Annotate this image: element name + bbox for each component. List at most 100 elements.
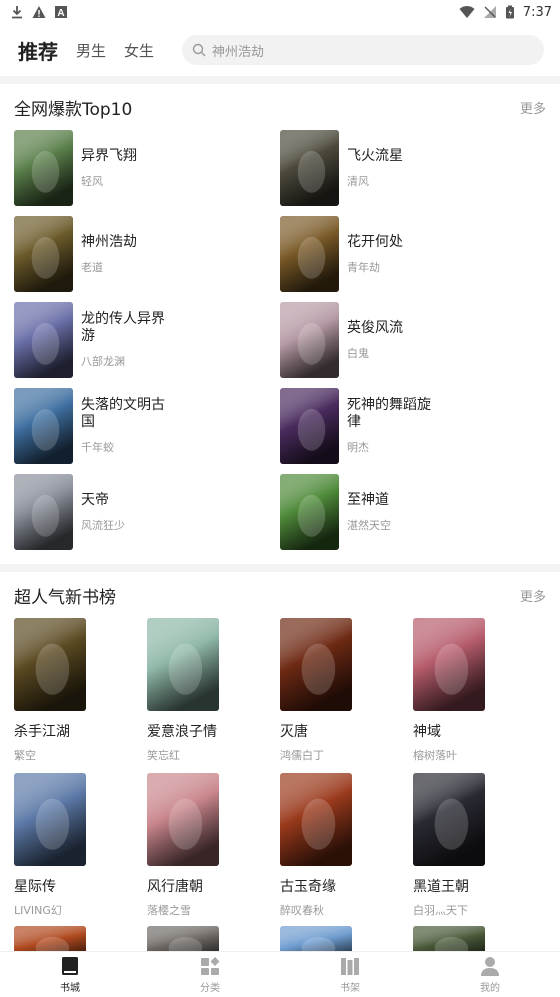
book-title: 龙的传人异界游 <box>81 311 165 344</box>
book-cover[interactable] <box>280 130 339 206</box>
new-book-item[interactable]: 星际传 LIVING幻 <box>14 773 147 918</box>
book-cover[interactable] <box>14 474 73 550</box>
top-bar: 推荐 男生 女生 神州浩劫 <box>0 24 560 76</box>
book-cover-image <box>280 216 339 292</box>
book-cover[interactable] <box>280 474 339 550</box>
new-books-more-link[interactable]: 更多 <box>520 586 546 605</box>
nav-label: 我的 <box>480 983 500 994</box>
top10-book-item[interactable]: 龙的传人异界游八部龙渊 <box>14 302 280 378</box>
book-info: 失落的文明古国 千年蛟 <box>81 388 171 464</box>
book-cover[interactable] <box>14 773 86 866</box>
tab-female[interactable]: 女生 <box>124 40 154 61</box>
book-cover[interactable] <box>147 773 219 866</box>
search-icon <box>192 43 206 57</box>
book-title: 黑道王朝 <box>413 879 469 895</box>
battery-icon <box>505 5 514 19</box>
book-author: 青年劫 <box>347 260 380 274</box>
book-title: 至神道 <box>347 491 389 508</box>
book-info: 异界飞翔 轻风 <box>81 130 171 206</box>
top10-book-item[interactable]: 花开何处 青年劫 <box>280 216 546 292</box>
book-cover[interactable] <box>14 618 86 711</box>
book-info: 神州浩劫 老道 <box>81 216 171 292</box>
top10-book-item[interactable]: 英俊风流 白鬼 <box>280 302 546 378</box>
book-title: 天帝 <box>81 491 109 508</box>
book-cover[interactable] <box>280 388 339 464</box>
book-cover-image <box>280 388 339 464</box>
book-cover[interactable] <box>280 216 339 292</box>
nav-label: 书架 <box>340 983 360 994</box>
book-info: 英俊风流 白鬼 <box>347 302 437 378</box>
nav-label: 分类 <box>200 983 220 994</box>
tab-male[interactable]: 男生 <box>76 40 106 61</box>
tab-recommend[interactable]: 推荐 <box>18 36 58 65</box>
book-info: 死神的舞蹈旋律 明杰 <box>347 388 437 464</box>
book-cover-image <box>413 773 485 866</box>
search-input[interactable]: 神州浩劫 <box>182 35 544 65</box>
new-book-item[interactable]: 灭唐 鸿儒白丁 <box>280 618 413 763</box>
book-author: 风流狂少 <box>81 518 125 532</box>
book-cover-image <box>280 773 352 866</box>
top10-more-link[interactable]: 更多 <box>520 98 546 117</box>
book-author: 鸿儒白丁 <box>280 749 324 762</box>
book-author: 千年蛟 <box>81 441 114 454</box>
book-cover-image <box>14 302 73 378</box>
book-author: 轻风 <box>81 174 103 188</box>
book-cover[interactable] <box>280 302 339 378</box>
status-icons-left: A <box>10 5 68 19</box>
book-cover[interactable] <box>280 618 352 711</box>
book-info: 花开何处 青年劫 <box>347 216 437 292</box>
status-bar: A 7:37 <box>0 0 560 24</box>
bookshelf-icon <box>341 958 359 975</box>
book-cover[interactable] <box>413 618 485 711</box>
new-book-item[interactable]: 杀手江湖 繁空 <box>14 618 147 763</box>
top10-book-item[interactable]: 至神道 湛然天空 <box>280 474 546 550</box>
new-book-item[interactable]: 风行唐朝 落樱之雪 <box>147 773 280 918</box>
book-cover[interactable] <box>14 130 73 206</box>
status-time: 7:37 <box>522 4 552 20</box>
book-cover[interactable] <box>14 388 73 464</box>
nav-bookstore[interactable]: 书城 <box>0 952 140 997</box>
book-icon <box>62 957 78 975</box>
book-title: 神域 <box>413 724 441 740</box>
download-icon <box>12 6 22 19</box>
top10-book-item[interactable]: 天帝 风流狂少 <box>14 474 280 550</box>
top10-book-item[interactable]: 失落的文明古国 千年蛟 <box>14 388 280 464</box>
status-icons-right: 7:37 <box>459 5 552 20</box>
nav-profile[interactable]: 我的 <box>420 952 560 997</box>
top10-book-item[interactable]: 神州浩劫 老道 <box>14 216 280 292</box>
new-book-item[interactable]: 爱意浪子情 笑忘红 <box>147 618 280 763</box>
book-cover[interactable] <box>280 773 352 866</box>
book-title: 英俊风流 <box>347 319 403 336</box>
book-info: 至神道 湛然天空 <box>347 474 437 550</box>
search-placeholder: 神州浩劫 <box>212 44 265 60</box>
new-books-section: 超人气新书榜 更多 杀手江湖 繁空 爱意浪子情 笑忘红 灭唐 鸿儒白丁 神域 榕树落叶 星际传 L… <box>0 572 560 966</box>
book-cover-image <box>280 302 339 378</box>
book-author: 八部龙渊 <box>81 355 125 368</box>
new-book-item[interactable]: 黑道王朝 白羽灬天下 <box>413 773 546 918</box>
book-author: 湛然天空 <box>347 518 391 532</box>
book-cover-image <box>14 773 86 866</box>
book-cover-image <box>280 618 352 711</box>
top10-book-item[interactable]: 异界飞翔 轻风 <box>14 130 280 206</box>
new-book-item[interactable]: 神域 榕树落叶 <box>413 618 546 763</box>
book-title: 爱意浪子情 <box>147 724 217 740</box>
nav-category[interactable]: 分类 <box>140 952 280 997</box>
top10-book-item[interactable]: 死神的舞蹈旋律 明杰 <box>280 388 546 464</box>
book-cover[interactable] <box>147 618 219 711</box>
book-title: 死神的舞蹈旋律 <box>347 397 431 430</box>
book-author: 白羽灬天下 <box>413 904 468 917</box>
divider <box>0 564 560 572</box>
book-cover[interactable] <box>413 773 485 866</box>
top10-book-item[interactable]: 飞火流星 清风 <box>280 130 546 206</box>
category-icon <box>201 957 220 975</box>
a-box-icon: A <box>55 6 67 19</box>
book-cover[interactable] <box>14 302 73 378</box>
warning-icon <box>32 6 46 18</box>
top10-list: 异界飞翔 轻风 飞火流星 清风 神州浩劫 老道 花开何处 青年劫 龙的传人异界游 八部龙渊 英俊风流… <box>14 130 560 564</box>
book-cover[interactable] <box>14 216 73 292</box>
book-author: 清风 <box>347 174 369 188</box>
new-book-item[interactable]: 古玉奇缘 醉叹春秋 <box>280 773 413 918</box>
nav-bookshelf[interactable]: 书架 <box>280 952 420 997</box>
nav-label: 书城 <box>60 983 80 994</box>
book-author: 榕树落叶 <box>413 749 457 762</box>
